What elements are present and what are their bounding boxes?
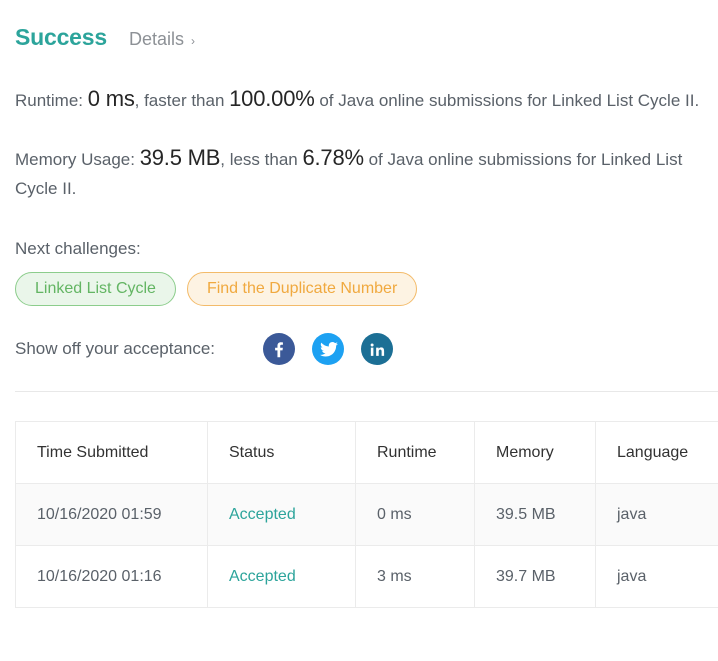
submissions-table-body: 10/16/2020 01:59 Accepted 0 ms 39.5 MB j… [15, 483, 718, 608]
status-badge[interactable]: Accepted [229, 506, 296, 523]
cell-language: java [595, 545, 718, 608]
submission-result-page: Success Details › Runtime: 0 ms, faster … [0, 0, 718, 608]
cell-memory: 39.5 MB [474, 483, 596, 546]
runtime-stat: Runtime: 0 ms, faster than 100.00% of Ja… [15, 84, 705, 115]
challenge-pill-find-the-duplicate-number[interactable]: Find the Duplicate Number [186, 272, 418, 306]
share-row: Show off your acceptance: [15, 332, 718, 366]
cell-time-submitted: 10/16/2020 01:59 [15, 483, 208, 546]
twitter-icon [319, 340, 338, 359]
cell-status: Accepted [207, 545, 356, 608]
submissions-table-wrap: Time Submitted Status Runtime Memory Lan… [15, 421, 718, 608]
runtime-value: 0 ms [87, 86, 135, 111]
chevron-right-icon: › [190, 34, 195, 48]
runtime-percentile: 100.00% [229, 86, 315, 111]
column-header-runtime[interactable]: Runtime [355, 421, 475, 484]
details-link-label: Details [128, 29, 184, 49]
column-header-memory[interactable]: Memory [474, 421, 596, 484]
facebook-share-button[interactable] [263, 333, 296, 365]
runtime-suffix: of Java online submissions for Linked Li… [314, 91, 700, 110]
cell-status: Accepted [207, 483, 356, 546]
table-header-row: Time Submitted Status Runtime Memory Lan… [15, 421, 718, 484]
social-buttons [263, 333, 394, 365]
runtime-label: Runtime: [15, 91, 84, 110]
memory-value: 39.5 MB [139, 145, 221, 170]
details-link[interactable]: Details › [129, 29, 195, 50]
challenge-pill-linked-list-cycle[interactable]: Linked List Cycle [15, 272, 176, 306]
status-badge[interactable]: Accepted [229, 568, 296, 585]
submissions-table: Time Submitted Status Runtime Memory Lan… [15, 421, 718, 608]
share-label: Show off your acceptance: [15, 339, 216, 358]
cell-runtime: 0 ms [355, 483, 475, 546]
cell-language: java [595, 483, 718, 546]
column-header-time-submitted[interactable]: Time Submitted [15, 421, 208, 484]
memory-stat: Memory Usage: 39.5 MB, less than 6.78% o… [15, 143, 705, 203]
result-header: Success Details › [15, 0, 718, 58]
cell-memory: 39.7 MB [474, 545, 596, 608]
twitter-share-button[interactable] [312, 333, 345, 365]
section-divider [15, 391, 718, 392]
runtime-comparator: , faster than [134, 91, 230, 110]
column-header-language[interactable]: Language [595, 421, 718, 484]
table-row[interactable]: 10/16/2020 01:59 Accepted 0 ms 39.5 MB j… [15, 483, 718, 546]
page-title: Success [15, 24, 107, 50]
memory-label: Memory Usage: [15, 150, 135, 169]
memory-comparator: , less than [220, 150, 303, 169]
memory-percentile: 6.78% [302, 145, 364, 170]
submissions-table-head: Time Submitted Status Runtime Memory Lan… [15, 421, 718, 484]
next-challenges-label: Next challenges: [15, 239, 141, 258]
cell-time-submitted: 10/16/2020 01:16 [15, 545, 208, 608]
table-row[interactable]: 10/16/2020 01:16 Accepted 3 ms 39.7 MB j… [15, 545, 718, 608]
linkedin-share-button[interactable] [361, 333, 394, 365]
facebook-icon [270, 340, 288, 358]
linkedin-icon [369, 341, 386, 358]
cell-runtime: 3 ms [355, 545, 475, 608]
column-header-status[interactable]: Status [207, 421, 356, 484]
next-challenges-list: Linked List Cycle Find the Duplicate Num… [15, 272, 718, 306]
